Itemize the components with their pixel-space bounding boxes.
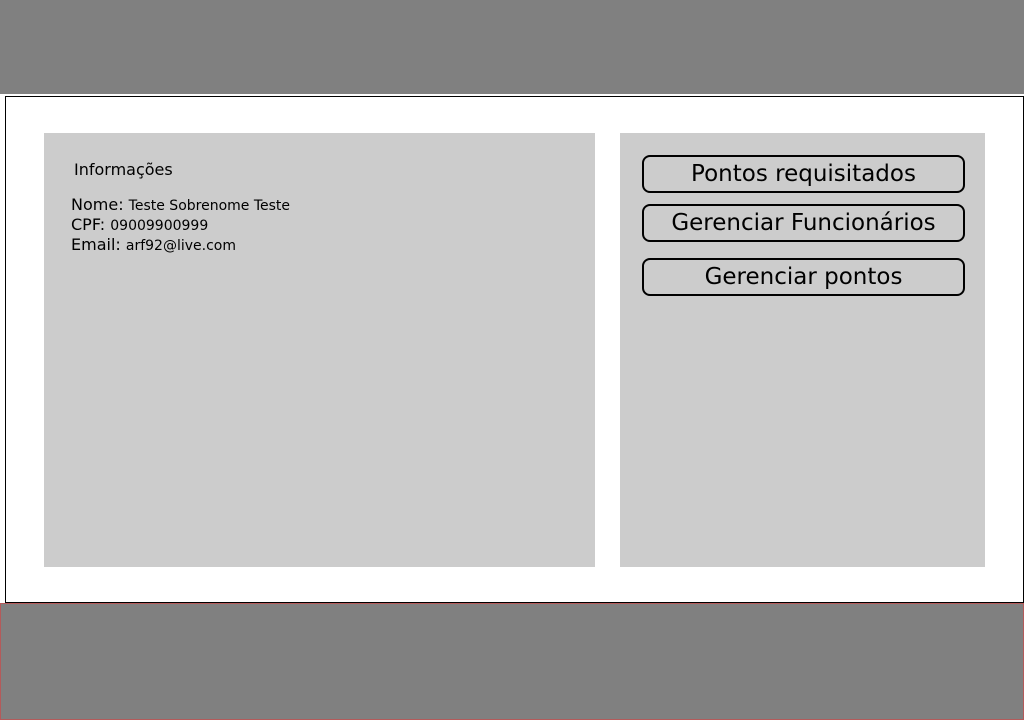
bottom-footer-bar xyxy=(0,603,1024,720)
actions-panel xyxy=(620,133,985,567)
gerenciar-funcionarios-button[interactable]: Gerenciar Funcionários xyxy=(642,204,965,242)
name-label: Nome: xyxy=(71,195,129,214)
info-cpf-row: CPF: 09009900999 xyxy=(71,215,208,236)
email-label: Email: xyxy=(71,235,126,254)
email-value: arf92@live.com xyxy=(125,238,236,254)
info-panel-title: Informações xyxy=(74,160,173,179)
page: Informações Nome: Teste Sobrenome Teste … xyxy=(0,0,1024,720)
cpf-value: 09009900999 xyxy=(110,218,209,234)
pontos-requisitados-button[interactable]: Pontos requisitados xyxy=(642,155,965,193)
info-name-row: Nome: Teste Sobrenome Teste xyxy=(71,195,290,216)
name-value: Teste Sobrenome Teste xyxy=(128,198,291,214)
info-email-row: Email: arf92@live.com xyxy=(71,235,236,256)
cpf-label: CPF: xyxy=(71,215,111,234)
top-header-bar xyxy=(0,0,1024,94)
gerenciar-pontos-button[interactable]: Gerenciar pontos xyxy=(642,258,965,296)
